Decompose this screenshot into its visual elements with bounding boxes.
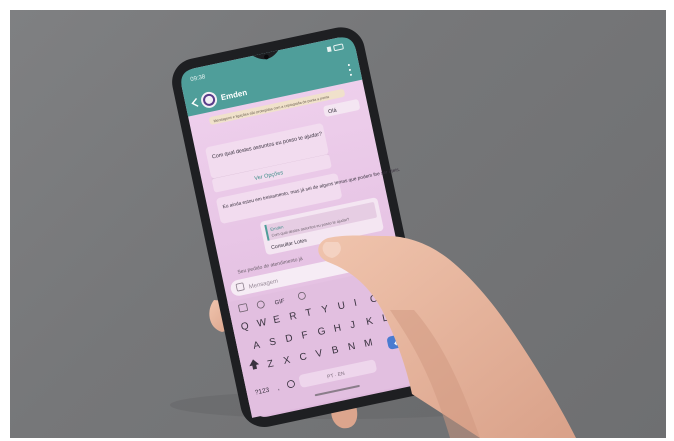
photo-background: 09:38 Emden Mensagens e ligações são pro… — [10, 10, 666, 438]
phone-scene: 09:38 Emden Mensagens e ligações são pro… — [170, 27, 576, 438]
